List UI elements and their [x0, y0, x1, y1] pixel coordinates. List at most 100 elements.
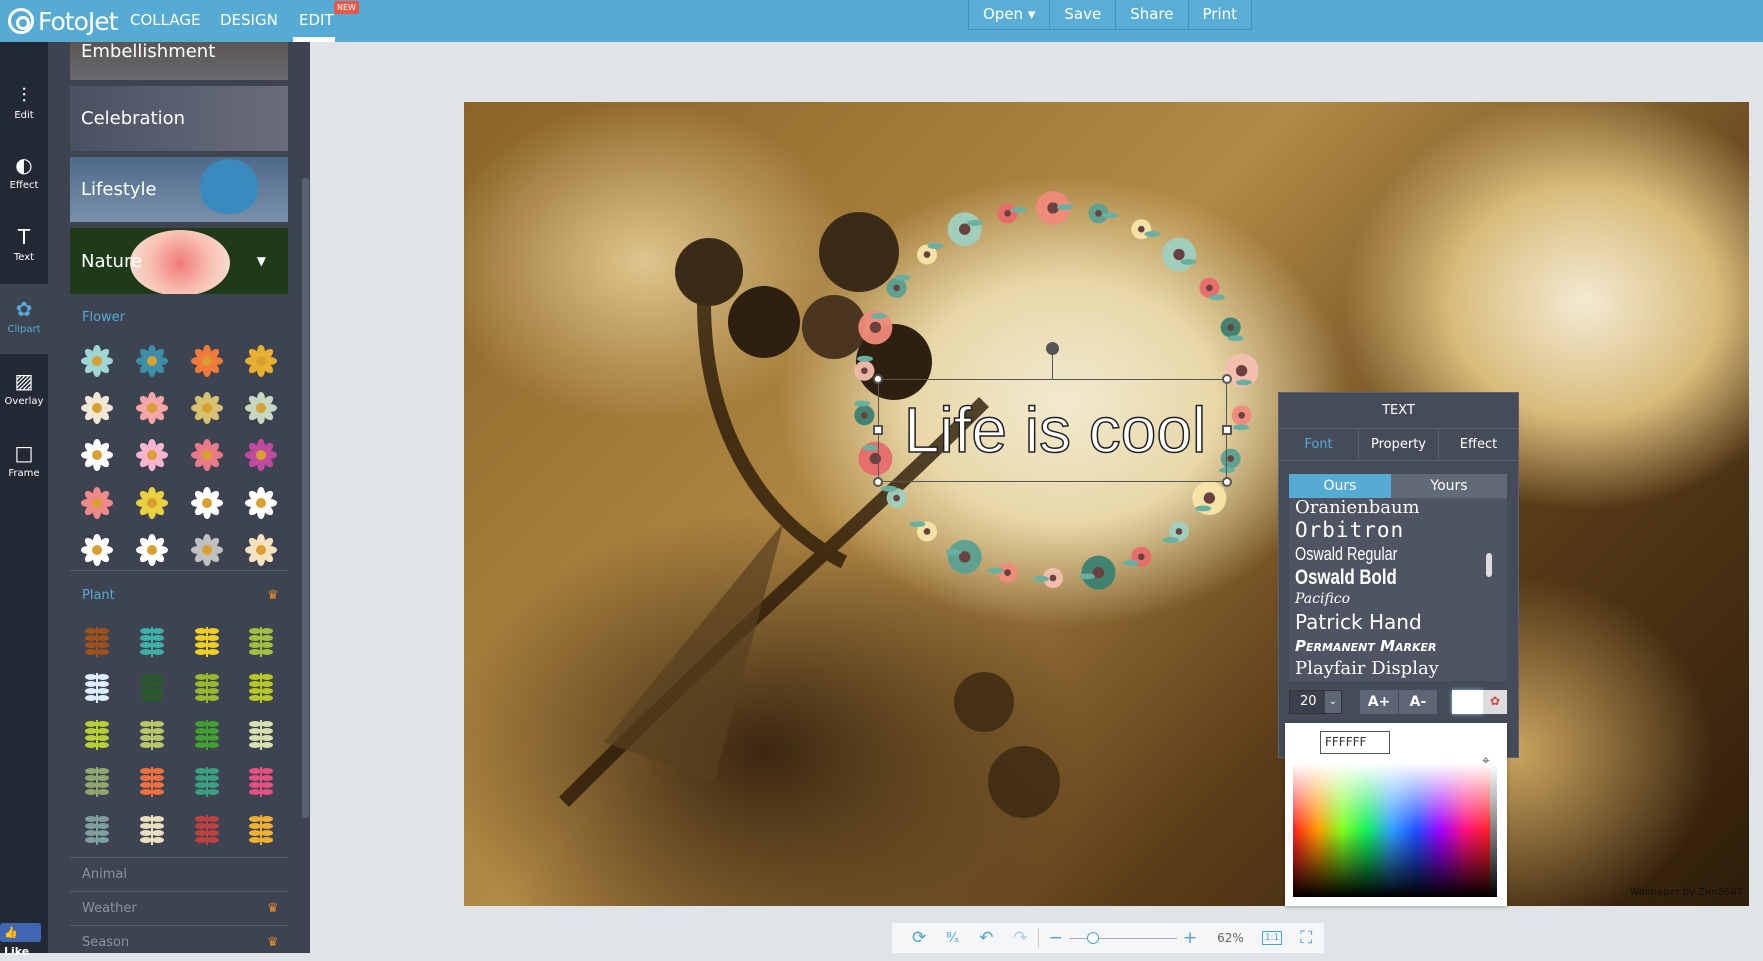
font-size-select[interactable]: 20 ⌄ [1289, 690, 1342, 714]
plant-clipart-item[interactable] [133, 809, 171, 847]
fotojet-logo[interactable]: FotoJet [8, 4, 118, 38]
flower-clipart-item[interactable] [133, 436, 171, 474]
plant-clipart-item[interactable] [78, 761, 116, 799]
increase-size-button[interactable]: A+ [1360, 690, 1398, 714]
flower-clipart-item[interactable] [78, 389, 116, 427]
fullscreen-icon[interactable]: ⛶ [1290, 928, 1322, 948]
category-lifestyle[interactable]: Lifestyle [70, 157, 288, 222]
resize-handle[interactable] [873, 425, 883, 435]
tab-effect[interactable]: Effect [1439, 429, 1518, 460]
print-button[interactable]: Print [1188, 0, 1252, 29]
zoom-in-icon[interactable]: + [1183, 928, 1207, 948]
resize-handle[interactable] [873, 477, 883, 487]
tool-text[interactable]: T Text [0, 212, 48, 282]
plant-clipart-item[interactable] [242, 761, 280, 799]
reset-icon[interactable]: ⟳ [902, 928, 936, 948]
plant-clipart-item[interactable] [188, 667, 226, 705]
zoom-out-icon[interactable]: − [1039, 928, 1063, 948]
nav-design[interactable]: DESIGN [220, 11, 278, 29]
zoom-slider[interactable] [1068, 931, 1177, 944]
flower-clipart-item[interactable] [242, 389, 280, 427]
font-list-scrollbar[interactable] [1486, 553, 1492, 577]
flower-clipart-item[interactable] [133, 531, 171, 569]
plant-clipart-item[interactable] [78, 809, 116, 847]
tool-edit[interactable]: ⫶ Edit [0, 70, 48, 140]
plant-clipart-item[interactable] [133, 714, 171, 752]
share-button[interactable]: Share [1116, 0, 1189, 29]
plant-clipart-item[interactable] [188, 714, 226, 752]
nav-collage[interactable]: COLLAGE [130, 11, 200, 29]
section-weather[interactable]: Weather [82, 901, 137, 916]
hex-color-input[interactable]: FFFFFF [1320, 731, 1390, 754]
flower-clipart-item[interactable] [78, 484, 116, 522]
font-item[interactable]: Oswald Regular [1295, 542, 1465, 566]
color-spectrum[interactable] [1293, 763, 1490, 897]
resize-handle[interactable] [1222, 477, 1232, 487]
tab-ours[interactable]: Ours [1289, 474, 1391, 498]
plant-clipart-item[interactable] [242, 621, 280, 659]
zoom-slider-knob[interactable] [1086, 931, 1099, 944]
flower-clipart-item[interactable] [133, 342, 171, 380]
section-season[interactable]: Season [82, 935, 129, 950]
plant-clipart-item[interactable] [78, 667, 116, 705]
section-plant[interactable]: Plant [82, 588, 115, 603]
font-item[interactable]: Oranienbaum [1295, 498, 1507, 518]
flower-clipart-item[interactable] [133, 389, 171, 427]
font-item[interactable]: Playfair Display [1295, 657, 1507, 681]
flower-clipart-item[interactable] [78, 342, 116, 380]
section-animal[interactable]: Animal [82, 867, 127, 882]
section-flower[interactable]: Flower [82, 310, 125, 325]
tool-clipart[interactable]: ✿ Clipart [0, 284, 48, 354]
plant-clipart-item[interactable] [242, 667, 280, 705]
plant-clipart-item[interactable] [133, 761, 171, 799]
resize-handle[interactable] [1222, 374, 1232, 384]
plant-clipart-item[interactable] [133, 667, 171, 705]
font-item[interactable]: Patrick Hand [1295, 609, 1507, 635]
tab-yours[interactable]: Yours [1391, 474, 1507, 498]
color-palette-icon[interactable]: ✿ [1483, 690, 1507, 714]
plant-clipart-item[interactable] [78, 714, 116, 752]
text-color-swatch[interactable] [1452, 690, 1483, 714]
redo-icon[interactable]: ↷ [1003, 928, 1039, 948]
tab-property[interactable]: Property [1359, 429, 1439, 460]
actual-size-button[interactable]: 1:1 [1261, 931, 1283, 945]
tool-overlay[interactable]: ▨ Overlay [0, 356, 48, 426]
flower-clipart-item[interactable] [78, 436, 116, 474]
flower-clipart-item[interactable] [242, 484, 280, 522]
flower-clipart-item[interactable] [188, 342, 226, 380]
font-item[interactable]: Pacifico [1295, 590, 1507, 609]
resize-handle[interactable] [873, 374, 883, 384]
canvas-text[interactable]: Life is cool [890, 380, 1220, 480]
dropdown-arrow-icon[interactable]: ▼ [257, 254, 266, 268]
tool-effect[interactable]: ◐ Effect [0, 140, 48, 210]
flower-clipart-item[interactable] [242, 342, 280, 380]
font-item[interactable]: Oswald Bold [1295, 566, 1465, 590]
category-celebration[interactable]: Celebration [70, 86, 288, 151]
flower-clipart-item[interactable] [188, 531, 226, 569]
flower-clipart-item[interactable] [78, 531, 116, 569]
plant-clipart-item[interactable] [78, 621, 116, 659]
panel-scrollbar[interactable] [302, 178, 309, 818]
undo-icon[interactable]: ↶ [969, 928, 1003, 948]
plant-clipart-item[interactable] [188, 761, 226, 799]
plant-clipart-item[interactable] [242, 809, 280, 847]
save-button[interactable]: Save [1050, 0, 1117, 29]
before-after-icon[interactable]: ᴮ⁄ₐ [936, 931, 969, 946]
nav-edit[interactable]: EDIT [299, 11, 334, 29]
tool-frame[interactable]: □ Frame [0, 428, 48, 498]
tab-font[interactable]: Font [1279, 429, 1359, 460]
flower-clipart-item[interactable] [242, 436, 280, 474]
flower-clipart-item[interactable] [188, 389, 226, 427]
flower-clipart-item[interactable] [242, 531, 280, 569]
font-item[interactable]: Permanent Marker [1295, 635, 1507, 657]
open-button[interactable]: Open ▾ [969, 0, 1051, 29]
brightness-slider[interactable] [1490, 763, 1497, 897]
flower-clipart-item[interactable] [188, 484, 226, 522]
rotate-handle[interactable] [1046, 342, 1059, 355]
flower-clipart-item[interactable] [133, 484, 171, 522]
font-item[interactable]: Orbitron [1295, 518, 1507, 542]
plant-clipart-item[interactable] [242, 714, 280, 752]
plant-clipart-item[interactable] [188, 621, 226, 659]
resize-handle[interactable] [1222, 425, 1232, 435]
decrease-size-button[interactable]: A- [1399, 690, 1437, 714]
